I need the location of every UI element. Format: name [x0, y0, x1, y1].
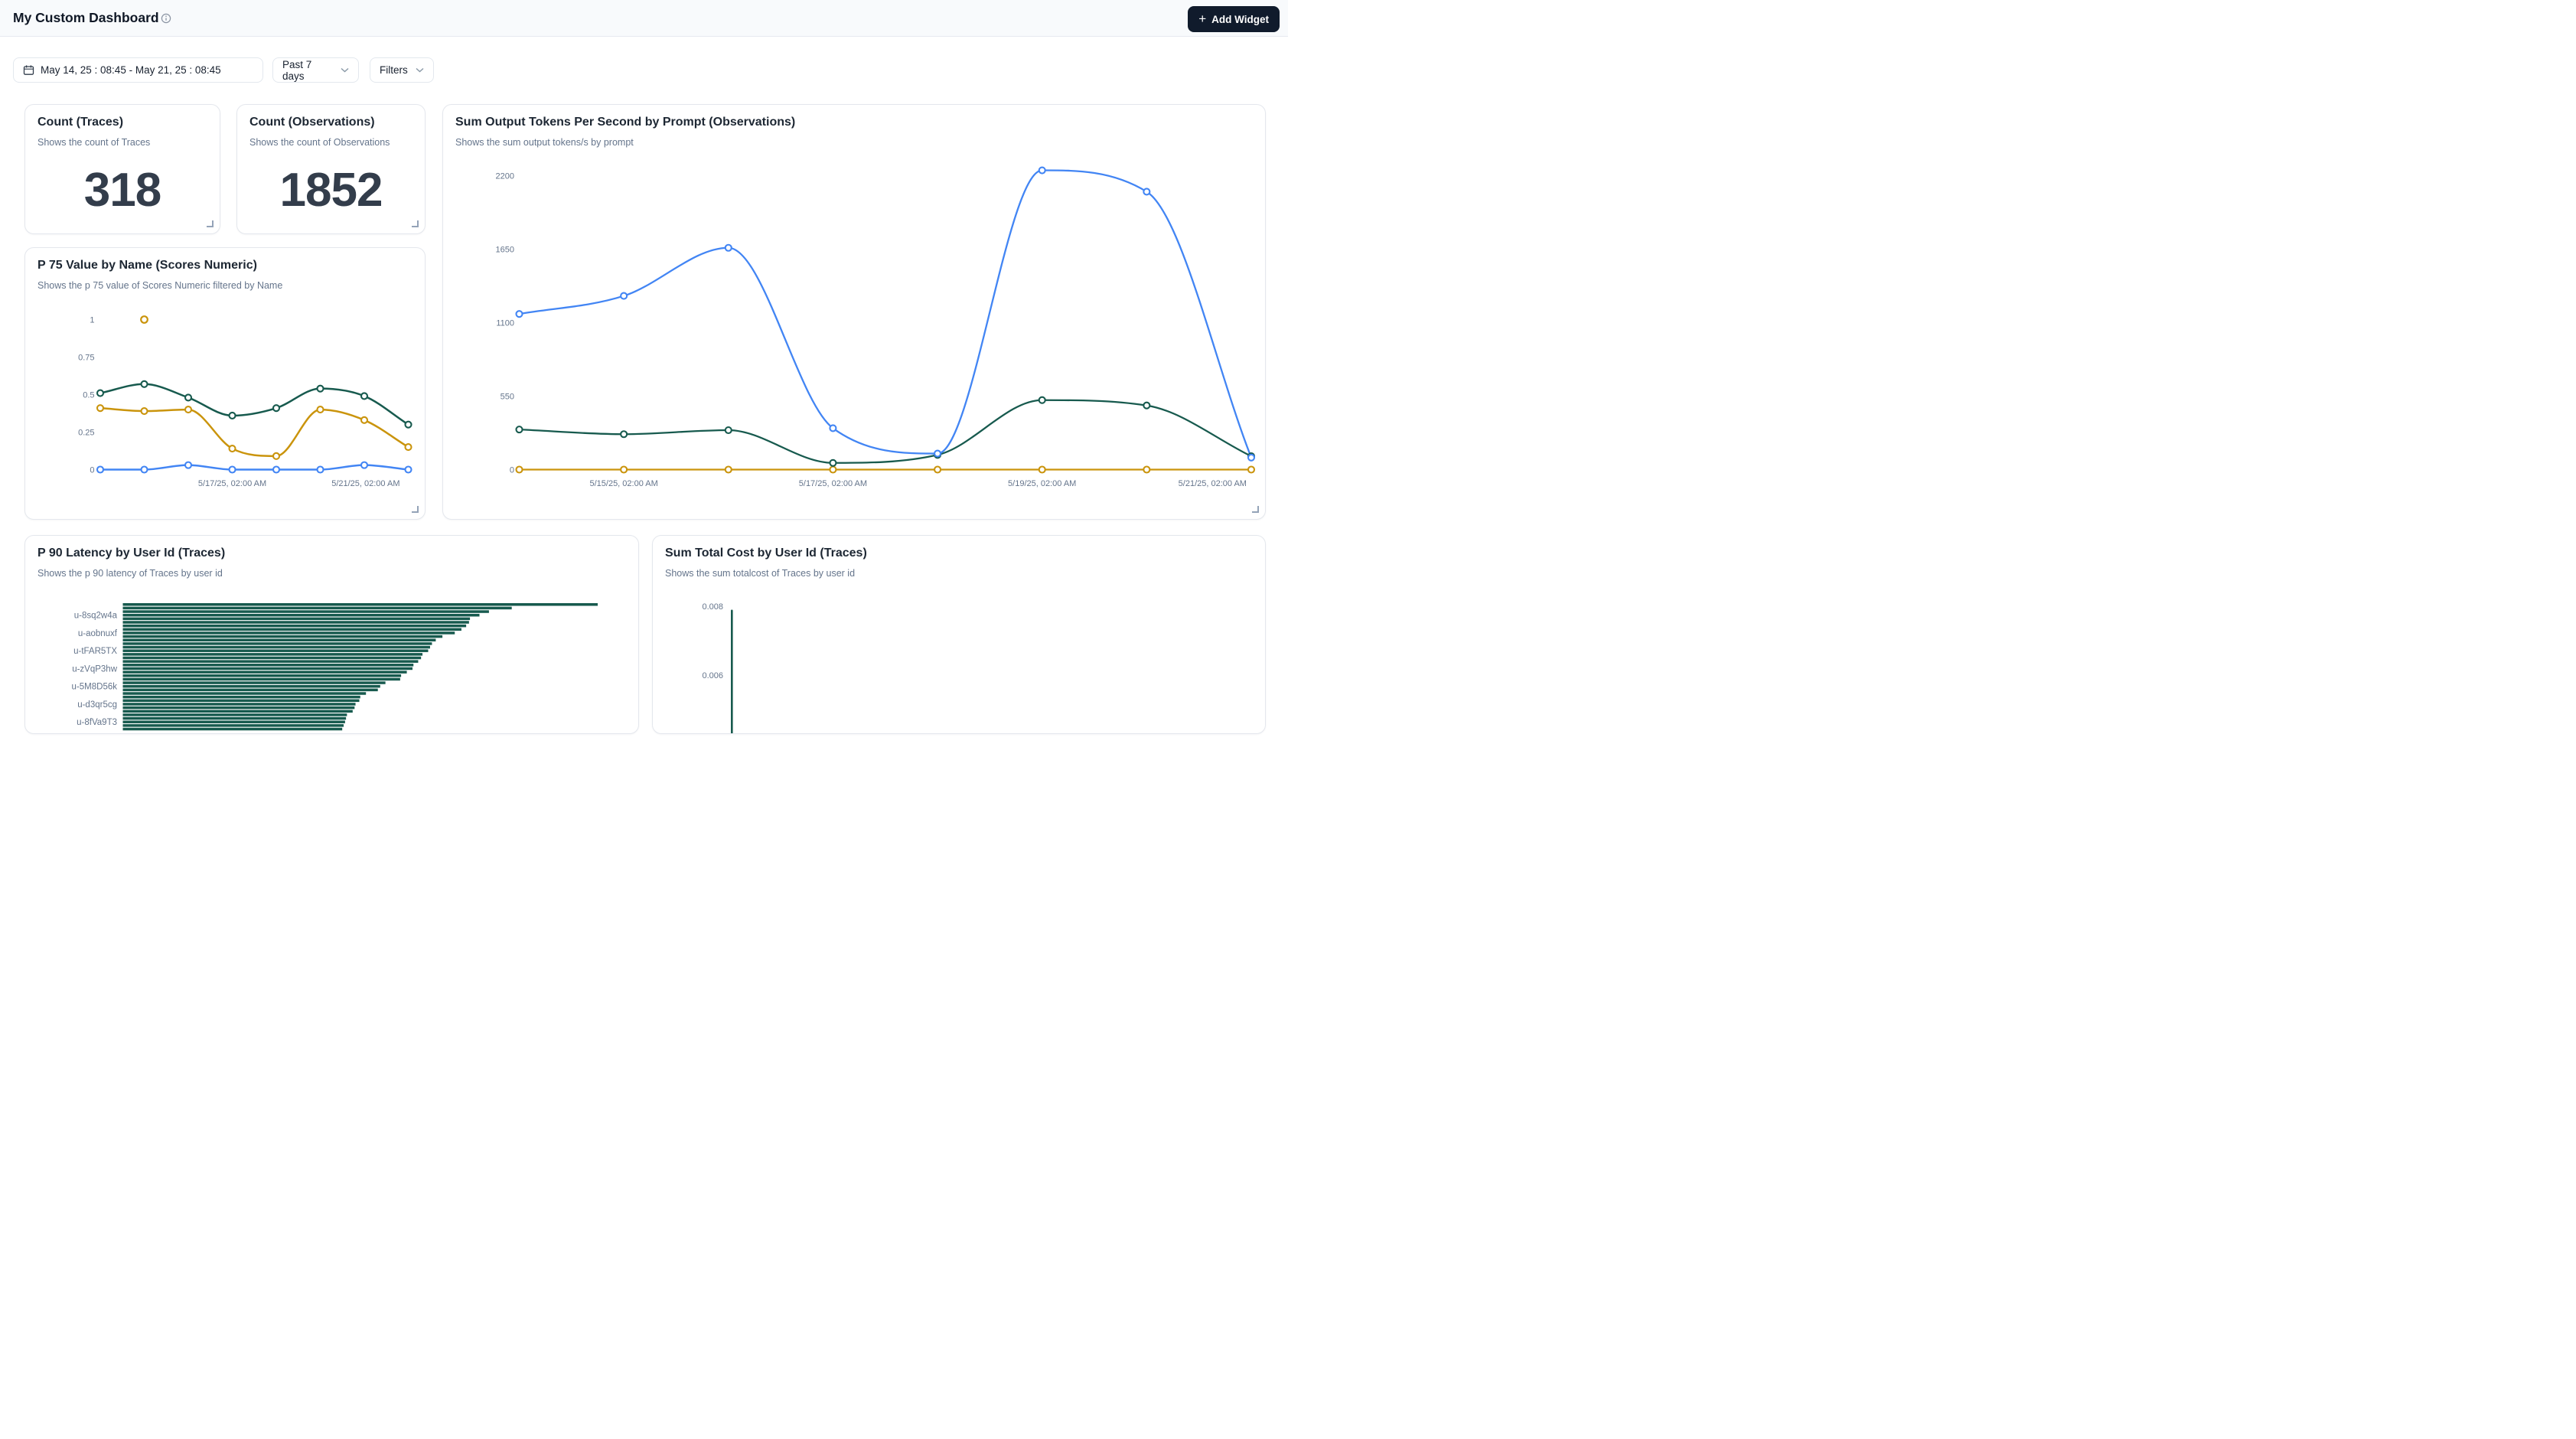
filters-label: Filters — [380, 64, 408, 76]
svg-text:5/15/25, 02:00 AM: 5/15/25, 02:00 AM — [589, 479, 657, 488]
svg-text:u-aobnuxf: u-aobnuxf — [78, 629, 118, 638]
widget-title: Count (Observations) — [249, 116, 412, 129]
svg-text:0.006: 0.006 — [702, 671, 723, 680]
svg-text:2200: 2200 — [496, 172, 514, 181]
range-preset-value: Past 7 days — [282, 59, 334, 82]
date-range-picker[interactable]: May 14, 25 : 08:45 - May 21, 25 : 08:45 — [13, 57, 263, 83]
svg-text:1100: 1100 — [496, 319, 514, 328]
widget-p75-chart[interactable]: P 75 Value by Name (Scores Numeric) Show… — [24, 247, 426, 520]
count-traces-value: 318 — [25, 163, 220, 217]
cost-bar-chart: 0.008 0.006 — [653, 536, 1266, 734]
date-range-value: May 14, 25 : 08:45 - May 21, 25 : 08:45 — [41, 64, 221, 76]
chevron-down-icon — [416, 67, 424, 73]
chevron-down-icon — [341, 67, 349, 73]
svg-text:u-zVqP3hw: u-zVqP3hw — [72, 664, 118, 674]
widget-count-traces[interactable]: Count (Traces) Shows the count of Traces… — [24, 104, 220, 234]
range-preset-dropdown[interactable]: Past 7 days — [272, 57, 359, 83]
widget-title: Count (Traces) — [37, 116, 207, 129]
svg-text:u-5M8D56k: u-5M8D56k — [72, 683, 118, 692]
svg-text:5/21/25, 02:00 AM: 5/21/25, 02:00 AM — [1179, 479, 1247, 488]
add-widget-label: Add Widget — [1211, 14, 1269, 25]
plus-icon: + — [1198, 12, 1206, 25]
widget-count-observations[interactable]: Count (Observations) Shows the count of … — [236, 104, 426, 234]
svg-text:0: 0 — [90, 466, 94, 475]
p75-line-chart: 0 0.25 0.5 0.75 1 5/17/25, 02:00 AM 5/21/25, 0… — [25, 248, 426, 520]
widget-subtitle: Shows the count of Observations — [249, 137, 412, 148]
widget-cost-chart[interactable]: Sum Total Cost by User Id (Traces) Shows… — [652, 535, 1266, 734]
widget-p90-chart[interactable]: P 90 Latency by User Id (Traces) Shows t… — [24, 535, 639, 734]
svg-text:0.5: 0.5 — [83, 391, 94, 400]
resize-handle-icon[interactable] — [412, 506, 419, 513]
svg-text:5/21/25, 02:00 AM: 5/21/25, 02:00 AM — [331, 479, 399, 488]
svg-text:u-8sq2w4a: u-8sq2w4a — [74, 612, 118, 621]
top-header-bar: My Custom Dashboard + Add Widget — [0, 0, 1288, 37]
svg-text:5/17/25, 02:00 AM: 5/17/25, 02:00 AM — [799, 479, 867, 488]
calendar-icon — [23, 64, 34, 76]
resize-handle-icon[interactable] — [1252, 506, 1259, 513]
svg-text:0.25: 0.25 — [78, 429, 94, 438]
svg-text:u-tFAR5TX: u-tFAR5TX — [73, 647, 117, 656]
filters-dropdown[interactable]: Filters — [370, 57, 434, 83]
tokens-line-chart: 0 550 1100 1650 2200 5/15/25, 02:00 AM 5/17/25… — [443, 105, 1266, 520]
p90-bar-chart: u-8sq2w4a u-aobnuxf u-tFAR5TX u-zVqP3hw u-5M… — [25, 536, 639, 734]
svg-text:0.008: 0.008 — [702, 602, 723, 612]
svg-text:5/19/25, 02:00 AM: 5/19/25, 02:00 AM — [1008, 479, 1076, 488]
info-icon[interactable] — [161, 13, 171, 24]
page-title: My Custom Dashboard — [13, 10, 159, 26]
svg-text:1650: 1650 — [496, 246, 514, 255]
svg-text:0: 0 — [510, 466, 514, 475]
svg-text:0.75: 0.75 — [78, 354, 94, 363]
add-widget-button[interactable]: + Add Widget — [1188, 6, 1280, 32]
svg-text:1: 1 — [90, 316, 94, 325]
widget-subtitle: Shows the count of Traces — [37, 137, 207, 148]
resize-handle-icon[interactable] — [412, 220, 419, 227]
count-observations-value: 1852 — [237, 163, 425, 217]
svg-text:u-d3qr5cg: u-d3qr5cg — [77, 700, 117, 710]
resize-handle-icon[interactable] — [207, 220, 214, 227]
svg-text:5/17/25, 02:00 AM: 5/17/25, 02:00 AM — [198, 479, 266, 488]
svg-text:u-8fVa9T3: u-8fVa9T3 — [77, 718, 117, 727]
svg-text:550: 550 — [501, 393, 514, 402]
widget-tokens-chart[interactable]: Sum Output Tokens Per Second by Prompt (… — [442, 104, 1266, 520]
